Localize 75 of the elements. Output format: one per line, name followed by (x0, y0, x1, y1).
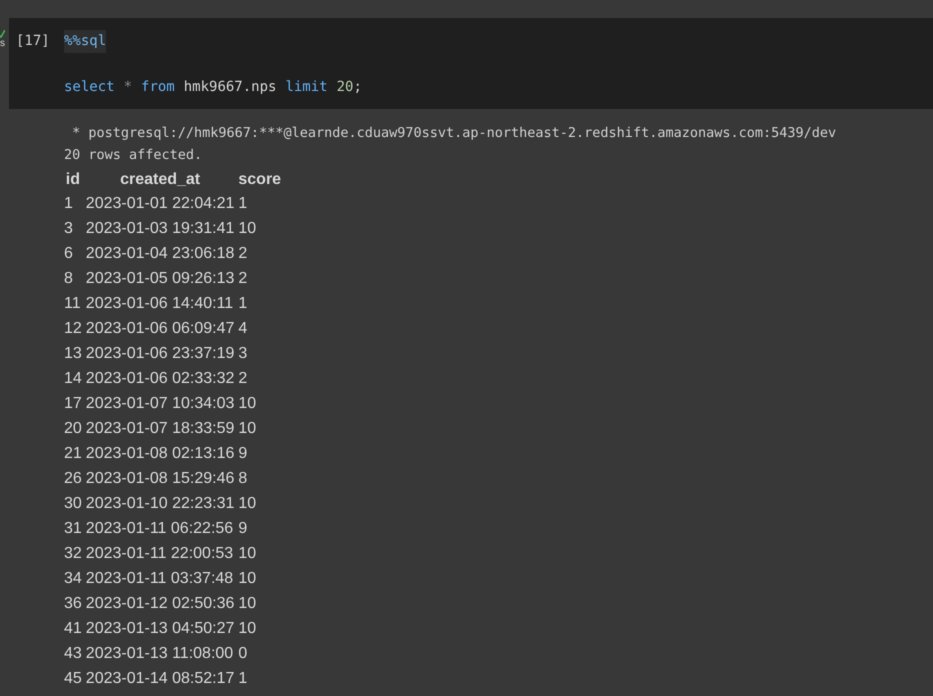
table-cell-text: 1 (237, 669, 248, 689)
table-cell-text: 26 (63, 469, 83, 489)
table-cell-text: 3 (237, 344, 248, 364)
execution-time: s (0, 38, 5, 50)
table-cell-text: 8 (237, 469, 248, 489)
table-cell-text: 10 (237, 219, 258, 239)
table-cell-text: 2023-01-08 15:29:46 (84, 469, 236, 489)
table-cell-text: 9 (237, 519, 248, 539)
table-cell-text: 2023-01-10 22:23:31 (84, 494, 236, 514)
table-cell-text: 9 (237, 444, 248, 464)
table-cell-text: 0 (237, 644, 248, 664)
table-cell-text: 41 (63, 619, 83, 639)
table-cell-text: 2023-01-08 02:13:16 (84, 444, 236, 464)
code-token: select (64, 78, 115, 97)
table-cell-text: 2023-01-11 06:22:56 (84, 519, 234, 539)
table-cell-text: 45 (63, 669, 83, 689)
code-token: ; (353, 78, 362, 97)
table-cell-text: 2023-01-13 04:50:27 (84, 619, 236, 639)
table-cell-text: 2023-01-07 10:34:03 (84, 394, 236, 414)
table-cell-text: 6 (63, 244, 74, 264)
table-cell-text: 10 (237, 594, 258, 614)
table-cell-text: 8 (63, 269, 74, 289)
table-cell-text: 2023-01-06 23:37:19 (84, 344, 236, 364)
code-token: hmk9667.nps (184, 78, 276, 97)
table-cell-text: 1 (237, 194, 248, 214)
table-cell-text: 2023-01-01 22:04:21 (84, 194, 236, 214)
table-cell-text: 3 (63, 219, 74, 239)
table-cell-text: 10 (237, 619, 258, 639)
table-cell-text: 2 (237, 244, 248, 264)
execution-count: [17] (16, 32, 51, 51)
table-cell-text: 14 (63, 369, 83, 389)
table-cell-text: 12 (63, 319, 83, 339)
table-cell-text: 2023-01-13 11:08:00 (84, 644, 234, 664)
table-cell-text: 2 (237, 269, 248, 289)
code-token: 20 (336, 78, 354, 97)
table-cell-text: 2023-01-06 02:33:32 (84, 369, 236, 389)
table-cell-text: 10 (237, 494, 258, 514)
column-header: score (237, 170, 282, 190)
table-cell-text: 11 (63, 294, 82, 314)
table-cell-text: 21 (63, 444, 83, 464)
table-cell-text: 2023-01-06 06:09:47 (84, 319, 236, 339)
table-cell-text: 1 (63, 194, 74, 214)
table-cell-text: 2023-01-06 14:40:11 (84, 294, 234, 314)
table-cell-text: 20 (63, 419, 83, 439)
table-cell-text: 10 (237, 544, 258, 564)
table-cell-text: 2023-01-05 09:26:13 (84, 269, 236, 289)
table-cell-text: 32 (63, 544, 83, 564)
table-cell-text: 2023-01-04 23:06:18 (84, 244, 236, 264)
code-token: %%sql (64, 30, 106, 53)
table-cell-text: 2 (237, 369, 248, 389)
table-cell-text: 43 (63, 644, 83, 664)
table-cell-text: 2023-01-11 22:00:53 (84, 544, 234, 564)
table-cell-text: 17 (63, 394, 83, 414)
code-token: limit (285, 78, 328, 97)
table-cell-text: 13 (63, 344, 83, 364)
table-cell-text: 1 (237, 294, 248, 314)
table-cell-text: 2023-01-07 18:33:59 (84, 419, 236, 439)
table-cell-text: 36 (63, 594, 83, 614)
rows-affected-message: 20 rows affected. (64, 146, 204, 165)
column-header: created_at (119, 170, 202, 190)
connection-string: * postgresql://hmk9667:***@learnde.cduaw970ssvt.ap-northeast-2.redshift.amazonaws.com:5439/dev (71, 124, 838, 143)
table-cell-text: 2023-01-11 03:37:48 (84, 569, 234, 589)
table-cell-text: 2023-01-12 02:50:36 (84, 594, 236, 614)
table-cell-text: 2023-01-03 19:31:41 (84, 219, 236, 239)
table-cell-text: 31 (63, 519, 83, 539)
column-header: id (64, 170, 81, 190)
table-cell-text: 10 (237, 569, 258, 589)
table-cell-text: 4 (237, 319, 248, 339)
table-cell-text: 34 (63, 569, 83, 589)
table-cell-text: 10 (237, 394, 258, 414)
table-cell-text: 2023-01-14 08:52:17 (84, 669, 236, 689)
code-token: * (124, 78, 132, 97)
table-cell-text: 10 (237, 419, 258, 439)
table-cell-text: 30 (63, 494, 83, 514)
code-token: from (141, 78, 175, 97)
